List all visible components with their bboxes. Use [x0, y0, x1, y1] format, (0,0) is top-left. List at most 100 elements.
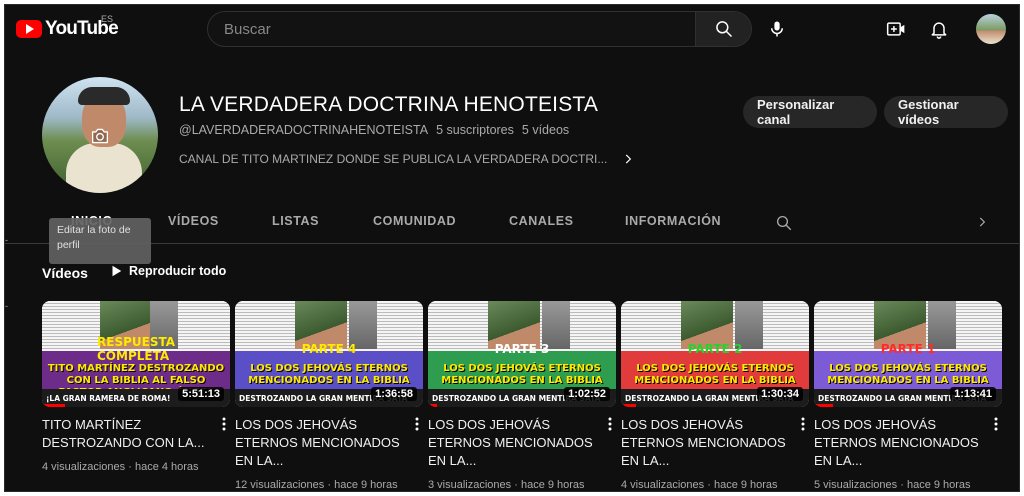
video-menu-button[interactable] [604, 415, 616, 433]
channel-meta: @LAVERDADERADOCTRINAHENOTEISTA 5 suscrip… [179, 123, 569, 137]
region-code: ES [101, 14, 114, 24]
video-age: hace 4 horas [134, 461, 199, 473]
play-all-label: Reproducir todo [129, 264, 227, 278]
video-duration: 1:36:58 [371, 387, 417, 401]
section-title: Vídeos [42, 265, 88, 281]
video-meta: 4 visualizaciones · hace 4 horas [42, 461, 230, 473]
video-meta: 3 visualizaciones · hace 9 horas [428, 479, 616, 491]
video-card[interactable]: PARTE 3 LOS DOS JEHOVÁS ETERNOS MENCIONA… [428, 301, 616, 491]
more-vert-icon [994, 417, 998, 431]
video-title[interactable]: LOS DOS JEHOVÁS ETERNOS MENCIONADOS EN L… [621, 416, 791, 470]
tab-search-icon[interactable] [775, 214, 793, 232]
more-vert-icon [415, 417, 419, 431]
video-age: hace 9 horas [906, 479, 971, 491]
video-age: hace 9 horas [334, 479, 398, 491]
video-card[interactable]: RESPUESTA COMPLETA TITO MARTÍNEZ DESTROZ… [42, 301, 230, 473]
channel-avatar[interactable] [42, 77, 158, 193]
video-meta: 12 visualizaciones · hace 9 horas [235, 479, 423, 491]
video-title[interactable]: TITO MARTÍNEZ DESTROZANDO CON LA... [42, 416, 212, 452]
video-duration: 1:02:52 [564, 387, 610, 401]
video-count: 5 vídeos [521, 123, 570, 137]
more-vert-icon [608, 417, 612, 431]
search-icon [715, 21, 732, 38]
bell-icon [931, 22, 947, 39]
video-views: 4 visualizaciones [621, 479, 705, 491]
more-vert-icon [801, 417, 805, 431]
video-menu-button[interactable] [218, 415, 230, 433]
thumb-part-label: PARTE 2 [687, 342, 743, 356]
meta-separator: · [707, 479, 714, 491]
video-views: 5 visualizaciones [814, 479, 898, 491]
change-photo-button[interactable] [85, 121, 115, 151]
edge-marker: - [5, 235, 8, 245]
video-meta: 4 visualizaciones · hace 9 horas [621, 479, 809, 491]
channel-description-text: CANAL DE TITO MARTINEZ DONDE SE PUBLICA … [179, 152, 608, 166]
more-vert-icon [222, 417, 226, 431]
chevron-right-icon [626, 154, 632, 164]
manage-videos-button[interactable]: Gestionar vídeos [884, 96, 1008, 128]
video-card[interactable]: PARTE 2 LOS DOS JEHOVÁS ETERNOS MENCIONA… [621, 301, 809, 491]
video-age: hace 9 horas [713, 479, 778, 491]
tab-canales[interactable]: CANALES [509, 214, 574, 228]
tab-comunidad[interactable]: COMUNIDAD [373, 214, 456, 228]
meta-separator: · [900, 479, 907, 491]
search-box [207, 11, 752, 47]
voice-search-button[interactable] [759, 11, 795, 47]
mic-icon [771, 21, 783, 37]
thumb-title: LOS DOS JEHOVÁS ETERNOS MENCIONADOS EN L… [827, 363, 989, 386]
top-bar: YouTube ES [5, 5, 1019, 53]
video-thumbnail[interactable]: PARTE 4 LOS DOS JEHOVÁS ETERNOS MENCIONA… [235, 301, 423, 407]
video-meta: 5 visualizaciones · hace 9 horas [814, 479, 1002, 491]
play-all-button[interactable]: Reproducir todo [109, 264, 226, 278]
account-button[interactable] [973, 11, 1009, 47]
tab-listas[interactable]: LISTAS [272, 214, 319, 228]
watch-progress-bar [814, 404, 833, 407]
youtube-window: YouTube ES Buscar LA VERDADERA DOCTRINA … [4, 4, 1020, 492]
avatar-cap [78, 87, 130, 105]
video-thumbnail[interactable]: PARTE 2 LOS DOS JEHOVÁS ETERNOS MENCIONA… [621, 301, 809, 407]
video-duration: 1:30:34 [757, 387, 803, 401]
thumb-part-label: PARTE 4 [301, 342, 357, 356]
video-thumbnail[interactable]: RESPUESTA COMPLETA TITO MARTÍNEZ DESTROZ… [42, 301, 230, 407]
video-views: 12 visualizaciones [235, 479, 325, 491]
video-views: 4 visualizaciones [42, 461, 126, 473]
video-duration: 5:51:13 [178, 387, 224, 401]
video-title[interactable]: LOS DOS JEHOVÁS ETERNOS MENCIONADOS EN L… [428, 416, 598, 470]
notifications-button[interactable] [921, 11, 957, 47]
tab-videos[interactable]: VÍDEOS [168, 214, 219, 228]
thumb-part-label: RESPUESTA COMPLETA [97, 335, 175, 363]
video-duration: 1:13:41 [950, 387, 996, 401]
account-avatar-icon [976, 14, 1006, 44]
create-button[interactable] [878, 11, 914, 47]
search-input[interactable] [208, 12, 695, 46]
video-title[interactable]: LOS DOS JEHOVÁS ETERNOS MENCIONADOS EN L… [814, 416, 984, 470]
video-card[interactable]: PARTE 1 LOS DOS JEHOVÁS ETERNOS MENCIONA… [814, 301, 1002, 491]
channel-tabs: INICIO VÍDEOS LISTAS COMUNIDAD CANALES I… [5, 200, 1019, 244]
channel-name: LA VERDADERA DOCTRINA HENOTEISTA [179, 93, 599, 116]
search-button[interactable] [695, 12, 751, 46]
video-menu-button[interactable] [411, 415, 423, 433]
subscriber-count: 5 suscriptores [436, 123, 514, 137]
tooltip: Editar la foto de perfil [49, 218, 151, 264]
youtube-logo-icon [16, 20, 42, 38]
edge-marker: - [5, 301, 8, 311]
watch-progress-bar [428, 404, 438, 407]
video-thumbnail[interactable]: PARTE 1 LOS DOS JEHOVÁS ETERNOS MENCIONA… [814, 301, 1002, 407]
tabs-next-icon[interactable] [975, 215, 989, 229]
thumb-title: LOS DOS JEHOVÁS ETERNOS MENCIONADOS EN L… [634, 363, 796, 386]
customize-channel-button[interactable]: Personalizar canal [743, 96, 877, 128]
camera-icon [91, 128, 109, 144]
meta-separator: · [514, 479, 521, 491]
watch-progress-bar [621, 404, 637, 407]
tab-informacion[interactable]: INFORMACIÓN [625, 214, 721, 228]
video-card[interactable]: PARTE 4 LOS DOS JEHOVÁS ETERNOS MENCIONA… [235, 301, 423, 491]
video-thumbnail[interactable]: PARTE 3 LOS DOS JEHOVÁS ETERNOS MENCIONA… [428, 301, 616, 407]
channel-description[interactable]: CANAL DE TITO MARTINEZ DONDE SE PUBLICA … [179, 152, 635, 166]
thumb-part-label: PARTE 1 [880, 342, 936, 356]
video-menu-button[interactable] [797, 415, 809, 433]
play-icon [112, 265, 122, 277]
channel-handle: @LAVERDADERADOCTRINAHENOTEISTA [179, 123, 429, 137]
video-menu-button[interactable] [990, 415, 1002, 433]
thumb-title: LOS DOS JEHOVÁS ETERNOS MENCIONADOS EN L… [248, 363, 410, 386]
video-title[interactable]: LOS DOS JEHOVÁS ETERNOS MENCIONADOS EN L… [235, 416, 405, 470]
